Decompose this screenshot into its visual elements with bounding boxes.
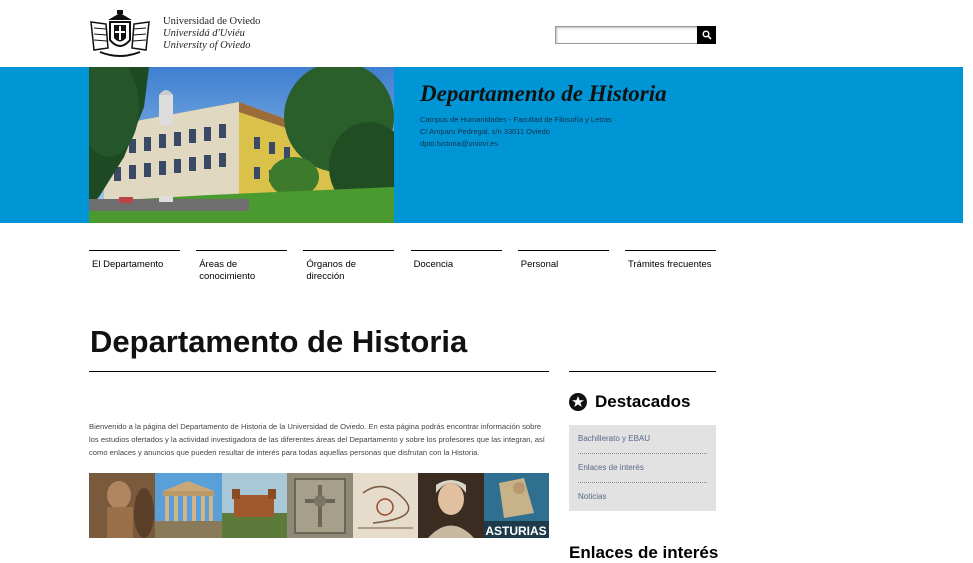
crest-icon xyxy=(90,10,150,57)
main-nav: El Departamento Áreas de conocimiento Ór… xyxy=(89,250,716,283)
banner-title: Departamento de Historia xyxy=(420,81,667,106)
logo-text: Universidad de Oviedo Universidá d'Uviéu… xyxy=(163,16,260,52)
nav-item-organos[interactable]: Órganos de dirección xyxy=(303,250,395,283)
portrait-image xyxy=(418,473,484,538)
destacados-box: Bachillerato y EBAU Enlaces de interés N… xyxy=(569,425,716,511)
manuscript-image xyxy=(353,473,418,538)
page-title: Departamento de Historia xyxy=(90,324,468,359)
university-logo[interactable]: Universidad de Oviedo Universidá d'Uviéu… xyxy=(88,10,260,58)
department-banner: Departamento de Historia Campus de Human… xyxy=(0,67,963,223)
logo-line-3: University of Oviedo xyxy=(163,40,251,51)
address-line-2: C/ Amparo Pedregal, s/n 33011 Oviedo xyxy=(420,127,550,136)
divider xyxy=(569,371,716,372)
search-icon xyxy=(701,30,712,40)
destacados-header: Destacados xyxy=(569,392,690,412)
castle-image xyxy=(222,473,287,538)
link-enlaces-interes[interactable]: Enlaces de interés xyxy=(578,454,707,483)
nav-item-tramites[interactable]: Trámites frecuentes xyxy=(624,250,716,283)
logo-line-2: Universidá d'Uviéu xyxy=(163,28,245,39)
nav-item-areas[interactable]: Áreas de conocimiento xyxy=(196,250,288,283)
search-button[interactable] xyxy=(697,26,716,44)
intro-text: Bienvenido a la página del Departamento … xyxy=(89,422,545,457)
link-bachillerato-ebau[interactable]: Bachillerato y EBAU xyxy=(578,425,707,454)
nav-item-docencia[interactable]: Docencia xyxy=(410,250,502,283)
campus-photo xyxy=(89,67,394,223)
search-form xyxy=(555,26,716,44)
history-image-strip[interactable]: ASTURIAS xyxy=(89,473,549,538)
relief-image xyxy=(287,473,353,538)
site-header: Universidad de Oviedo Universidá d'Uviéu… xyxy=(0,0,973,67)
contact-info: Campus de Humanidades - Facultad de Filo… xyxy=(420,114,612,150)
nav-item-departamento[interactable]: El Departamento xyxy=(89,250,180,283)
divider xyxy=(89,371,549,372)
star-icon xyxy=(569,393,587,411)
destacados-title: Destacados xyxy=(595,392,691,411)
address-line-1: Campus de Humanidades - Facultad de Filo… xyxy=(420,115,612,124)
poster-text: ASTURIAS xyxy=(485,524,546,538)
parthenon-image xyxy=(155,473,222,538)
search-input[interactable] xyxy=(555,26,697,44)
enlaces-header: Enlaces de interés xyxy=(569,543,719,562)
logo-line-1: Universidad de Oviedo xyxy=(163,16,261,27)
email-link[interactable]: dpto.historia@uniovi.es xyxy=(420,138,612,150)
nav-item-personal[interactable]: Personal xyxy=(517,250,609,283)
link-noticias[interactable]: Noticias xyxy=(578,483,707,512)
prehistory-image xyxy=(89,473,155,538)
asturias-poster-image: ASTURIAS xyxy=(484,473,549,538)
